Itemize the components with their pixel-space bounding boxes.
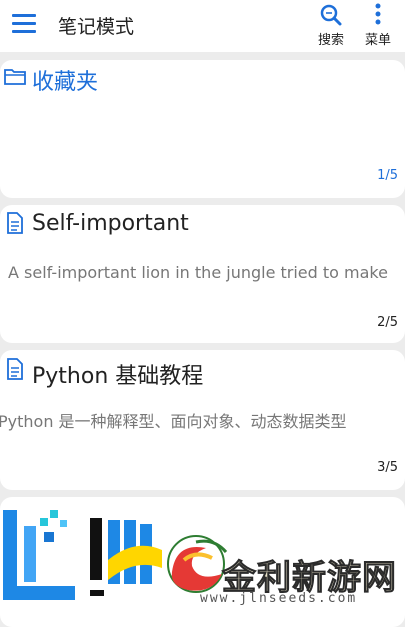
top-app-bar: 笔记模式 搜索 菜单 <box>0 0 405 52</box>
search-icon <box>320 4 342 26</box>
folder-icon <box>4 69 26 85</box>
card-preview: A self-important lion in the jungle trie… <box>8 263 388 282</box>
menu-button[interactable]: 菜单 <box>358 2 398 48</box>
page-title: 笔记模式 <box>58 16 135 38</box>
card-title: Self-important <box>32 211 189 236</box>
search-button[interactable]: 搜索 <box>311 2 351 48</box>
folder-card-favorites[interactable]: 收藏夹 1/5 <box>0 60 405 198</box>
card-title: 收藏夹 <box>32 70 99 95</box>
page-indicator: 2/5 <box>377 315 398 330</box>
note-card[interactable]: Python 基础教程 Python 是一种解释型、面向对象、动态数据类型 3/… <box>0 350 405 490</box>
page-indicator: 3/5 <box>377 460 398 475</box>
card-title: Python 基础教程 <box>32 364 204 389</box>
menu-label: 菜单 <box>364 33 391 48</box>
watermark-url: www.jlnseeds.com <box>200 591 358 606</box>
document-icon <box>7 358 23 380</box>
note-card[interactable]: Self-important A self-important lion in … <box>0 205 405 343</box>
card-preview: Python 是一种解释型、面向对象、动态数据类型 <box>0 412 347 431</box>
more-vertical-icon <box>375 3 381 25</box>
page-indicator: 1/5 <box>377 168 398 183</box>
search-label: 搜索 <box>317 33 344 48</box>
document-icon <box>7 212 23 234</box>
hamburger-menu-icon[interactable] <box>12 14 36 34</box>
